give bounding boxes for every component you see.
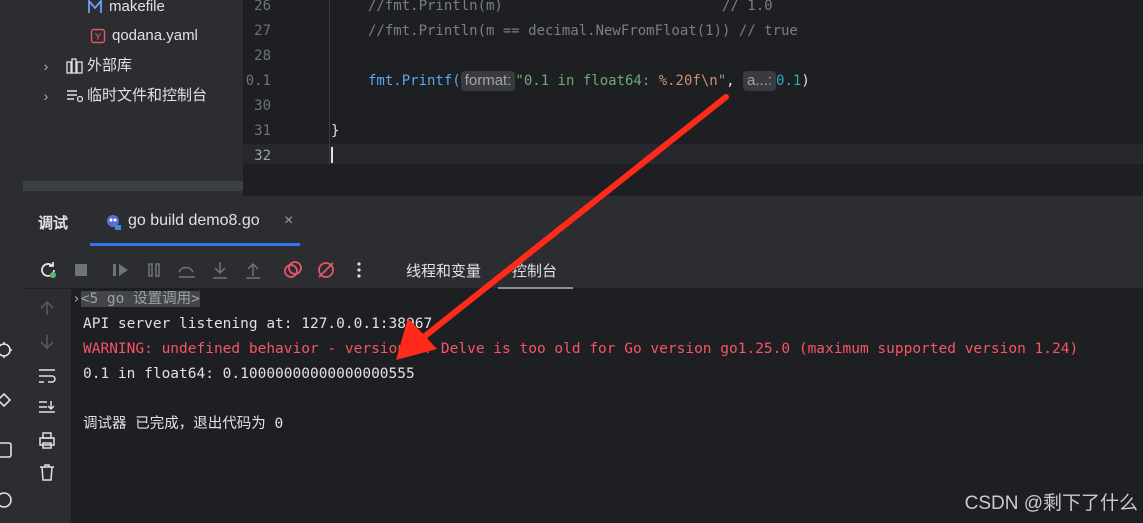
yaml-icon: Y <box>90 28 106 44</box>
services-icon[interactable] <box>0 390 14 410</box>
step-out-icon[interactable] <box>241 258 265 282</box>
folded-frames[interactable]: <5 go 设置调用> <box>80 291 200 307</box>
function-call: fmt.Printf( <box>368 73 461 89</box>
debug-icon[interactable] <box>0 340 14 360</box>
arrow-down-icon[interactable] <box>36 331 58 353</box>
text-caret <box>331 147 333 163</box>
chevron-right-icon[interactable]: › <box>38 54 54 78</box>
print-icon[interactable] <box>36 429 58 451</box>
arrow-up-icon[interactable] <box>36 297 58 319</box>
debug-session-tab[interactable]: go build demo8.go × <box>90 204 300 246</box>
problems-icon[interactable] <box>0 490 14 510</box>
line-number: 28 <box>254 48 271 64</box>
activity-bar <box>0 0 24 523</box>
tab-console[interactable]: 控制台 <box>498 252 573 289</box>
number-literal: 0.1 <box>776 73 802 89</box>
console-output-line: 0.1 in float64: 0.10000000000000000555 <box>83 366 415 382</box>
resume-icon[interactable] <box>109 258 133 282</box>
console-exit-line: 调试器 已完成，退出代码为 0 <box>83 416 284 432</box>
pause-icon[interactable] <box>142 258 166 282</box>
soft-wrap-icon[interactable] <box>36 365 58 387</box>
stop-icon[interactable] <box>69 258 93 282</box>
mute-breakpoints-icon[interactable] <box>314 258 338 282</box>
string-literal: "0.1 in float64: <box>515 73 659 89</box>
scroll-to-end-icon[interactable] <box>36 397 58 419</box>
line-number: 31 <box>254 123 271 139</box>
param-hint-args: a...: <box>743 71 777 91</box>
code-text: //fmt.Println(m == decimal.NewFromFloat(… <box>368 23 798 39</box>
code-text: //fmt.Println(m) // 1.0 <box>368 0 773 14</box>
line-number: 30 <box>254 98 271 114</box>
step-into-icon[interactable] <box>208 258 232 282</box>
collapse-marker[interactable]: › <box>72 291 81 307</box>
console-side-toolbar <box>23 289 72 523</box>
tree-item-label: 外部库 <box>87 57 133 74</box>
string-end: " <box>717 73 727 89</box>
tab-threads-variables[interactable]: 线程和变量 <box>406 260 481 281</box>
tree-item-label: makefile <box>109 0 165 15</box>
tree-item-scratches[interactable]: › 临时文件和控制台 <box>38 84 238 108</box>
tree-item-external-libraries[interactable]: › 外部库 <box>38 54 238 78</box>
code-text: fmt.Printf(format: "0.1 in float64: %.20f… <box>368 69 810 94</box>
debug-toolbar: 线程和变量 控制台 <box>23 252 1143 289</box>
scratches-icon <box>67 90 84 103</box>
library-icon <box>66 58 83 74</box>
tool-window-title: 调试 <box>38 215 69 232</box>
rerun-icon[interactable] <box>36 258 60 282</box>
tree-item-label: 临时文件和控制台 <box>87 87 208 104</box>
step-over-icon[interactable] <box>175 258 199 282</box>
comma: , <box>726 73 735 89</box>
more-options-icon[interactable] <box>347 258 371 282</box>
editor-bottom-area <box>243 165 1143 196</box>
view-breakpoints-icon[interactable] <box>281 258 305 282</box>
svg-text:Y: Y <box>95 32 102 43</box>
debug-title-bar: 调试 go build demo8.go × <box>23 196 1143 246</box>
line-number: 26 <box>254 0 271 14</box>
console-warning-line: WARNING: undefined behavior - version of… <box>83 341 1079 357</box>
code-line: 31 } <box>243 119 1143 144</box>
close-icon[interactable]: × <box>284 212 293 230</box>
frames-line: ›<5 go 设置调用> <box>72 288 200 310</box>
trash-icon[interactable] <box>36 461 58 483</box>
code-line: 26 //fmt.Println(m) // 1.0 <box>243 0 1143 19</box>
active-tab-indicator <box>90 243 300 246</box>
makefile-icon <box>88 0 102 13</box>
session-label: go build demo8.go <box>128 212 260 229</box>
format-verb: %.20f\n <box>658 73 718 89</box>
code-line: 27 //fmt.Println(m == decimal.NewFromFlo… <box>243 19 1143 44</box>
chevron-right-icon[interactable]: › <box>38 84 54 108</box>
go-gopher-icon <box>107 215 121 230</box>
project-tree: makefile Y qodana.yaml › 外部库 › 临时文件和控制台 <box>23 0 243 196</box>
line-number: 0.1 <box>245 73 271 89</box>
terminal-icon[interactable] <box>0 440 14 460</box>
code-line: 28 <box>243 44 1143 69</box>
close-paren: ) <box>801 73 810 89</box>
console-line: API server listening at: 127.0.0.1:38967 <box>83 316 433 332</box>
debug-tool-window: 调试 go build demo8.go × 线程和变量 控制台 ›<5 go … <box>23 196 1143 523</box>
param-hint-format: format: <box>460 71 516 91</box>
code-line: 30 <box>243 94 1143 119</box>
code-line: 0.1 fmt.Printf(format: "0.1 in float64: %… <box>243 69 1143 94</box>
tab-console-label: 控制台 <box>512 263 558 280</box>
watermark: CSDN @剩下了什么 <box>964 493 1138 514</box>
code-editor[interactable]: 26 //fmt.Println(m) // 1.0 27 //fmt.Prin… <box>243 0 1143 196</box>
code-text: } <box>331 123 340 139</box>
line-number: 27 <box>254 23 271 39</box>
tree-item-label: qodana.yaml <box>112 27 198 44</box>
horizontal-scrollbar[interactable] <box>23 181 243 191</box>
